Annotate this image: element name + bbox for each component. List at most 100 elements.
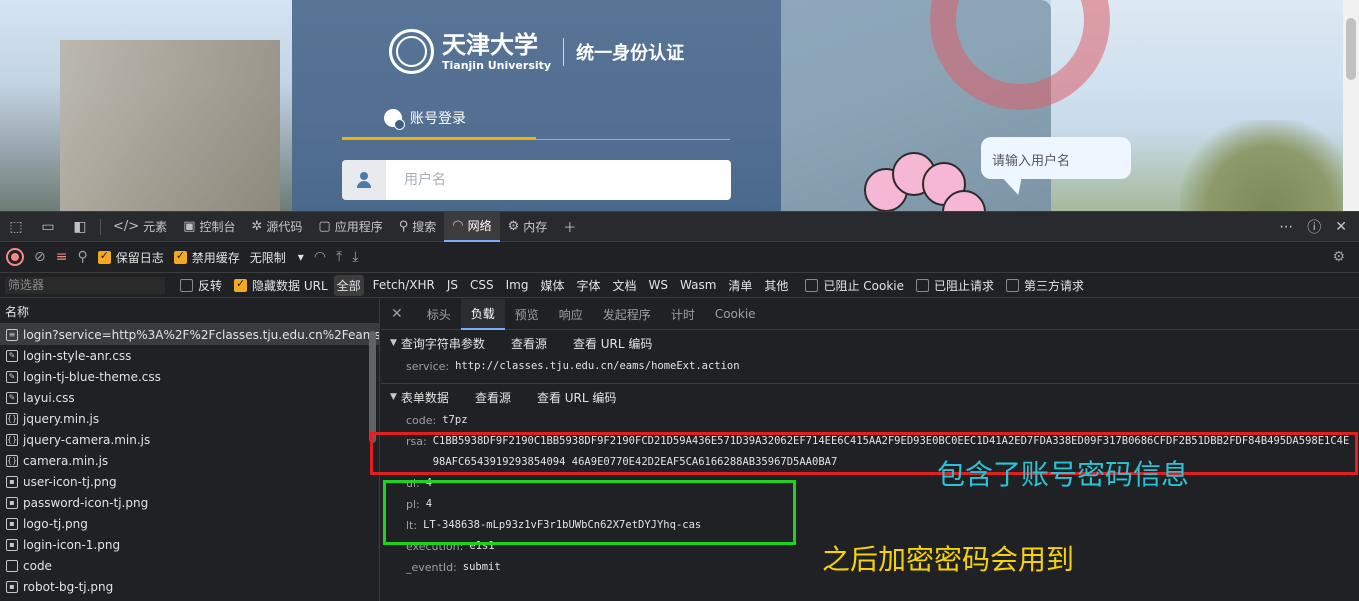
css-file-icon: ✎: [6, 391, 18, 404]
username-input[interactable]: [386, 160, 731, 200]
request-row[interactable]: {} jquery-camera.min.js: [0, 429, 379, 450]
export-har-icon[interactable]: ⤓: [352, 249, 358, 265]
disable-cache-check: [173, 249, 187, 264]
js-file-icon: {}: [6, 433, 18, 446]
record-stop-button[interactable]: [6, 248, 24, 266]
preserve-log-checkbox[interactable]: 保留日志: [97, 249, 164, 266]
third-party-checkbox[interactable]: 第三方请求: [1006, 277, 1084, 294]
query-view-url-encoded-link[interactable]: 查看 URL 编码: [573, 335, 652, 352]
tab-application[interactable]: ▢ 应用程序: [310, 212, 390, 242]
throttling-select[interactable]: 无限制 ▾: [250, 249, 304, 266]
filter-type-media[interactable]: 媒体: [537, 275, 567, 296]
query-params-section[interactable]: ▼ 查询字符串参数 查看源 查看 URL 编码: [381, 330, 1359, 356]
filter-type-font[interactable]: 字体: [573, 275, 603, 296]
request-row[interactable]: ✎ login-style-anr.css: [0, 345, 379, 366]
rsa-highlight-box: [370, 432, 1358, 475]
filter-type-css[interactable]: CSS: [467, 276, 497, 294]
filter-type-ws[interactable]: WS: [646, 276, 671, 294]
third-party-check: [1006, 278, 1019, 292]
dock-side-icon[interactable]: ◧: [64, 212, 96, 242]
school-name-cn: 天津大学: [442, 30, 538, 59]
tab-console[interactable]: ▣ 控制台: [175, 212, 243, 242]
page-scrollbar-thumb[interactable]: [1346, 18, 1356, 80]
user-icon: [357, 172, 371, 188]
page-scrollbar[interactable]: [1343, 0, 1359, 211]
filter-bar: 反转 隐藏数据 URL 全部 Fetch/XHR JS CSS Img 媒体 字…: [0, 273, 1359, 298]
close-icon[interactable]: ✕: [1335, 219, 1347, 235]
import-har-icon[interactable]: ⤒: [336, 249, 342, 265]
request-row[interactable]: {} camera.min.js: [0, 450, 379, 471]
devtools-tabbar: ⬚ ▭ ◧ </> 元素 ▣ 控制台 ✲ 源代码 ▢ 应用程序 ⚲ 搜索 ◠ 网络 ⚙ 内存 …: [0, 211, 1359, 242]
device-toolbar-icon[interactable]: ▭: [32, 212, 64, 242]
invert-checkbox[interactable]: 反转: [180, 277, 222, 294]
wifi-icon: ◠: [452, 218, 464, 233]
query-view-source-link[interactable]: 查看源: [511, 335, 547, 352]
request-row[interactable]: ✎ layui.css: [0, 387, 379, 408]
expand-triangle-icon: ▼: [390, 392, 397, 402]
request-list-scrollbar-thumb[interactable]: [369, 331, 376, 443]
tab-preview[interactable]: 预览: [505, 299, 549, 330]
network-conditions-icon[interactable]: ◠: [314, 249, 326, 265]
tab-sources[interactable]: ✲ 源代码: [244, 212, 311, 242]
tab-cookies[interactable]: Cookie: [705, 299, 766, 330]
filter-type-img[interactable]: Img: [503, 276, 532, 294]
request-row[interactable]: ▪ user-icon-tj.png: [0, 471, 379, 492]
request-row[interactable]: ▪ password-icon-tj.png: [0, 492, 379, 513]
more-options-icon[interactable]: ⋯: [1279, 219, 1293, 235]
form-data-section[interactable]: ▼ 表单数据 查看源 查看 URL 编码: [381, 384, 1359, 410]
request-row[interactable]: ▪ robot-bg-tj.png: [0, 576, 379, 597]
css-file-icon: ✎: [6, 349, 18, 362]
request-row[interactable]: ▪ logo-tj.png: [0, 513, 379, 534]
logo-divider: [563, 37, 565, 66]
tab-elements[interactable]: </> 元素: [105, 212, 175, 242]
form-view-source-link[interactable]: 查看源: [475, 389, 511, 406]
system-title: 统一身份认证: [576, 42, 685, 64]
filter-type-wasm[interactable]: Wasm: [677, 276, 719, 294]
filter-type-all[interactable]: 全部: [333, 274, 364, 296]
filter-input[interactable]: [4, 275, 166, 295]
add-tab-button[interactable]: ＋: [555, 212, 584, 242]
tab-search[interactable]: ⚲ 搜索: [391, 212, 445, 242]
request-row[interactable]: {} jquery.min.js: [0, 408, 379, 429]
search-icon[interactable]: ⚲: [77, 249, 87, 265]
tab-initiator[interactable]: 发起程序: [593, 299, 661, 330]
tab-account-login[interactable]: 账号登录: [384, 108, 466, 130]
username-icon-wrap: [342, 160, 386, 200]
request-row[interactable]: ✎ login-tj-blue-theme.css: [0, 366, 379, 387]
request-row[interactable]: ▪ login-icon-1.png: [0, 534, 379, 555]
blocked-requests-check: [915, 278, 929, 292]
clear-icon[interactable]: ⊘: [34, 249, 46, 265]
request-row[interactable]: code: [0, 555, 379, 576]
close-icon[interactable]: ✕: [391, 306, 403, 322]
request-row[interactable]: ≡ login?service=http%3A%2F%2Fclasses.tju.…: [0, 324, 379, 345]
school-name-en: Tianjin University: [442, 59, 552, 72]
request-list-header[interactable]: 名称: [0, 299, 379, 324]
tree-image: [1180, 120, 1359, 211]
filter-type-manifest[interactable]: 清单: [725, 275, 755, 296]
image-file-icon: ▪: [6, 517, 18, 530]
console-icon: ▣: [183, 219, 196, 234]
form-view-url-encoded-link[interactable]: 查看 URL 编码: [537, 389, 616, 406]
tab-payload[interactable]: 负载: [460, 298, 505, 330]
tab-headers[interactable]: 标头: [417, 299, 461, 330]
tab-memory[interactable]: ⚙ 内存: [500, 212, 556, 242]
disable-cache-checkbox[interactable]: 禁用缓存: [173, 249, 240, 266]
tab-timing[interactable]: 计时: [661, 299, 705, 330]
blocked-requests-checkbox[interactable]: 已阻止请求: [915, 277, 994, 294]
tab-network[interactable]: ◠ 网络: [444, 211, 500, 242]
tab-response[interactable]: 响应: [549, 299, 593, 330]
filter-type-doc[interactable]: 文档: [610, 275, 640, 296]
filter-type-js[interactable]: JS: [444, 276, 461, 294]
blocked-cookies-check: [805, 278, 819, 292]
settings-gear-icon[interactable]: ⚙: [1332, 249, 1345, 265]
memory-chip-icon: ⚙: [507, 219, 520, 234]
plus-icon: ＋: [563, 221, 577, 236]
filter-type-other[interactable]: 其他: [761, 275, 791, 296]
hide-data-urls-checkbox[interactable]: 隐藏数据 URL: [234, 277, 328, 294]
filter-type-fetch-xhr[interactable]: Fetch/XHR: [370, 276, 438, 294]
inspect-element-icon[interactable]: ⬚: [0, 212, 32, 242]
preserve-log-check: [97, 249, 111, 264]
blocked-cookies-checkbox[interactable]: 已阻止 Cookie: [805, 277, 904, 294]
help-icon[interactable]: ⓘ: [1307, 217, 1321, 237]
filter-toggle-icon[interactable]: ≡: [56, 249, 68, 265]
